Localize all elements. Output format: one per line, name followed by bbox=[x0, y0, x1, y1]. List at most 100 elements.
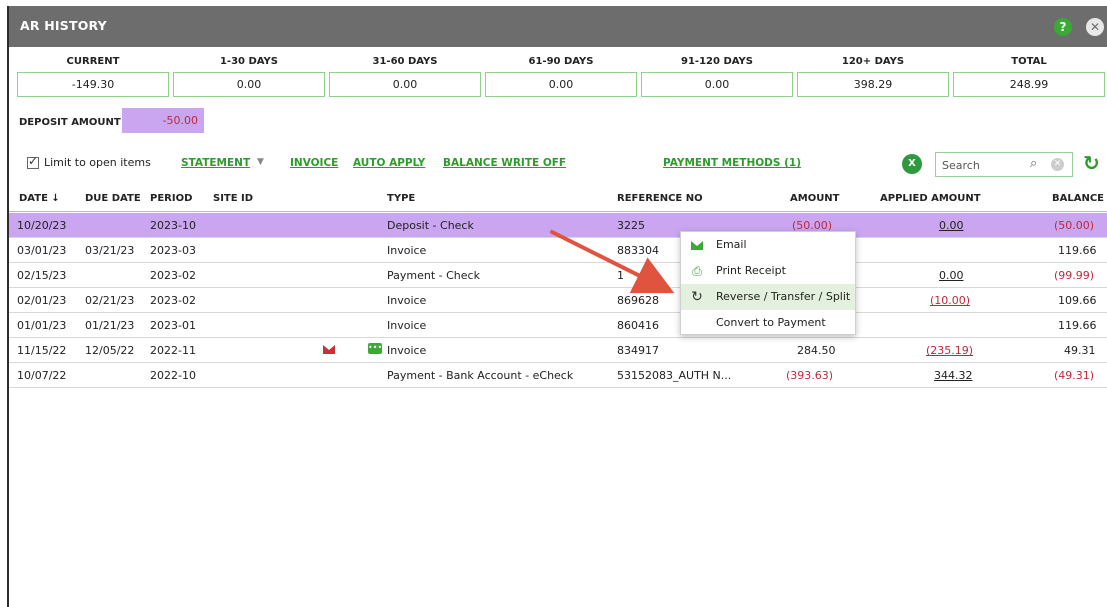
cell-type: Deposit - Check bbox=[387, 219, 474, 232]
table-row[interactable]: 10/20/23 2023-10 Deposit - Check 3225 (5… bbox=[9, 213, 1107, 238]
invoice-link[interactable]: INVOICE bbox=[290, 157, 338, 169]
cell-reference: 834917 bbox=[617, 344, 659, 357]
cell-date: 01/01/23 bbox=[17, 319, 67, 332]
table-row[interactable]: 11/15/22 12/05/22 2022-11 ••• Invoice 83… bbox=[9, 338, 1107, 363]
cell-period: 2022-11 bbox=[150, 344, 196, 357]
table-row[interactable]: 02/15/23 2023-02 Payment - Check 1 0.00 … bbox=[9, 263, 1107, 288]
aging-91-120: 91-120 DAYS 0.00 bbox=[641, 56, 793, 97]
cell-balance: 109.66 bbox=[1058, 294, 1097, 307]
envelope-icon bbox=[691, 241, 703, 250]
aging-label: 1-30 DAYS bbox=[219, 56, 279, 67]
aging-total: TOTAL 248.99 bbox=[953, 56, 1105, 97]
cell-amount: (393.63) bbox=[786, 369, 834, 382]
col-period[interactable]: PERIOD bbox=[150, 193, 192, 204]
cell-type: Invoice bbox=[387, 294, 427, 307]
clear-search-icon[interactable]: ✕ bbox=[1051, 158, 1064, 171]
payment-methods-link[interactable]: PAYMENT METHODS (1) bbox=[663, 157, 801, 169]
col-amount[interactable]: AMOUNT bbox=[790, 193, 840, 204]
email-sent-icon[interactable] bbox=[323, 345, 335, 354]
cell-reference: 53152083_AUTH N... bbox=[617, 369, 732, 382]
search-icon[interactable]: ⌕ bbox=[1030, 156, 1037, 171]
limit-open-items[interactable]: Limit to open items bbox=[27, 154, 151, 169]
cell-reference: 860416 bbox=[617, 319, 659, 332]
reverse-icon: ↻ bbox=[691, 289, 703, 305]
menu-item-convert-to-payment[interactable]: Convert to Payment bbox=[681, 310, 855, 336]
cell-balance: 119.66 bbox=[1058, 244, 1097, 257]
auto-apply-link[interactable]: AUTO APPLY bbox=[353, 157, 425, 169]
cell-period: 2023-01 bbox=[150, 319, 196, 332]
cell-type: Invoice bbox=[387, 344, 427, 357]
cell-balance: (99.99) bbox=[1054, 269, 1095, 282]
context-menu: Email ⎙ Print Receipt ↻ Reverse / Transf… bbox=[680, 231, 856, 335]
chevron-down-icon[interactable]: ▼ bbox=[257, 157, 264, 167]
printer-icon: ⎙ bbox=[692, 264, 702, 278]
search-box[interactable]: ⌕ ✕ bbox=[935, 152, 1073, 177]
statement-link[interactable]: STATEMENT bbox=[181, 157, 250, 169]
cell-period: 2023-02 bbox=[150, 269, 196, 282]
cell-balance: 49.31 bbox=[1064, 344, 1096, 357]
title-bar: AR HISTORY ? ✕ bbox=[9, 6, 1107, 47]
toolbar: Limit to open items STATEMENT ▼ INVOICE … bbox=[9, 146, 1107, 177]
col-balance[interactable]: BALANCE bbox=[1052, 193, 1104, 204]
cell-applied[interactable]: 0.00 bbox=[939, 219, 964, 232]
cell-amount: 284.50 bbox=[797, 344, 836, 357]
cell-date: 10/20/23 bbox=[17, 219, 67, 232]
deposit-amount-label: DEPOSIT AMOUNT bbox=[19, 117, 121, 128]
cell-period: 2023-03 bbox=[150, 244, 196, 257]
cell-period: 2023-10 bbox=[150, 219, 196, 232]
window-title: AR HISTORY bbox=[20, 18, 107, 33]
sort-down-icon: ↓ bbox=[51, 193, 60, 204]
deposit-amount-value: -50.00 bbox=[122, 108, 204, 133]
cell-date: 03/01/23 bbox=[17, 244, 67, 257]
close-icon[interactable]: ✕ bbox=[1086, 18, 1104, 36]
aging-value: 0.00 bbox=[173, 72, 325, 97]
limit-open-items-label: Limit to open items bbox=[44, 156, 151, 169]
cell-type: Payment - Check bbox=[387, 269, 480, 282]
table-row[interactable]: 03/01/23 03/21/23 2023-03 Invoice 883304… bbox=[9, 238, 1107, 263]
refresh-icon[interactable]: ↻ bbox=[1083, 151, 1100, 175]
cell-balance: (50.00) bbox=[1054, 219, 1095, 232]
cell-date: 02/15/23 bbox=[17, 269, 67, 282]
excel-icon[interactable]: X bbox=[902, 154, 922, 174]
menu-item-print-receipt[interactable]: ⎙ Print Receipt bbox=[681, 258, 855, 284]
table-header: DATE ↓ DUE DATE PERIOD SITE ID TYPE REFE… bbox=[9, 186, 1107, 212]
aging-label: 91-120 DAYS bbox=[681, 56, 753, 67]
cell-applied[interactable]: 344.32 bbox=[934, 369, 973, 382]
table-row[interactable]: 10/07/22 2022-10 Payment - Bank Account … bbox=[9, 363, 1107, 388]
col-due-date[interactable]: DUE DATE bbox=[85, 193, 141, 204]
cell-due-date: 02/21/23 bbox=[85, 294, 135, 307]
cell-balance: (49.31) bbox=[1054, 369, 1095, 382]
menu-item-email[interactable]: Email bbox=[681, 232, 855, 258]
cell-reference: 3225 bbox=[617, 219, 645, 232]
aging-label: TOTAL bbox=[1011, 56, 1047, 67]
col-type[interactable]: TYPE bbox=[387, 193, 415, 204]
col-site-id[interactable]: SITE ID bbox=[213, 193, 253, 204]
comment-icon[interactable]: ••• bbox=[368, 343, 382, 354]
aging-value: 0.00 bbox=[641, 72, 793, 97]
cell-applied[interactable]: (235.19) bbox=[926, 344, 973, 357]
limit-open-items-checkbox[interactable] bbox=[27, 154, 39, 169]
aging-label: 61-90 DAYS bbox=[528, 56, 594, 67]
cell-reference: 883304 bbox=[617, 244, 659, 257]
cell-balance: 119.66 bbox=[1058, 319, 1097, 332]
aging-current: CURRENT -149.30 bbox=[17, 56, 169, 97]
search-input[interactable] bbox=[942, 156, 1022, 174]
balance-write-off-link[interactable]: BALANCE WRITE OFF bbox=[443, 157, 566, 169]
aging-1-30: 1-30 DAYS 0.00 bbox=[173, 56, 325, 97]
help-icon[interactable]: ? bbox=[1054, 18, 1072, 36]
col-reference-no[interactable]: REFERENCE NO bbox=[617, 193, 703, 204]
col-date[interactable]: DATE ↓ bbox=[19, 193, 60, 204]
table-row[interactable]: 01/01/23 01/21/23 2023-01 Invoice 860416… bbox=[9, 313, 1107, 338]
ar-history-window: AR HISTORY ? ✕ CURRENT -149.30 1-30 DAYS… bbox=[7, 6, 1107, 607]
cell-applied[interactable]: (10.00) bbox=[930, 294, 970, 307]
cell-applied[interactable]: 0.00 bbox=[939, 269, 964, 282]
col-applied-amount[interactable]: APPLIED AMOUNT bbox=[880, 193, 981, 204]
aging-120-plus: 120+ DAYS 398.29 bbox=[797, 56, 949, 97]
menu-item-reverse-transfer-split[interactable]: ↻ Reverse / Transfer / Split bbox=[681, 284, 855, 310]
menu-item-label: Convert to Payment bbox=[716, 316, 826, 329]
table-row[interactable]: 02/01/23 02/21/23 2023-02 Invoice 869628… bbox=[9, 288, 1107, 313]
cell-reference: 1 bbox=[617, 269, 624, 282]
aging-31-60: 31-60 DAYS 0.00 bbox=[329, 56, 481, 97]
cell-type: Invoice bbox=[387, 244, 427, 257]
cell-date: 02/01/23 bbox=[17, 294, 67, 307]
